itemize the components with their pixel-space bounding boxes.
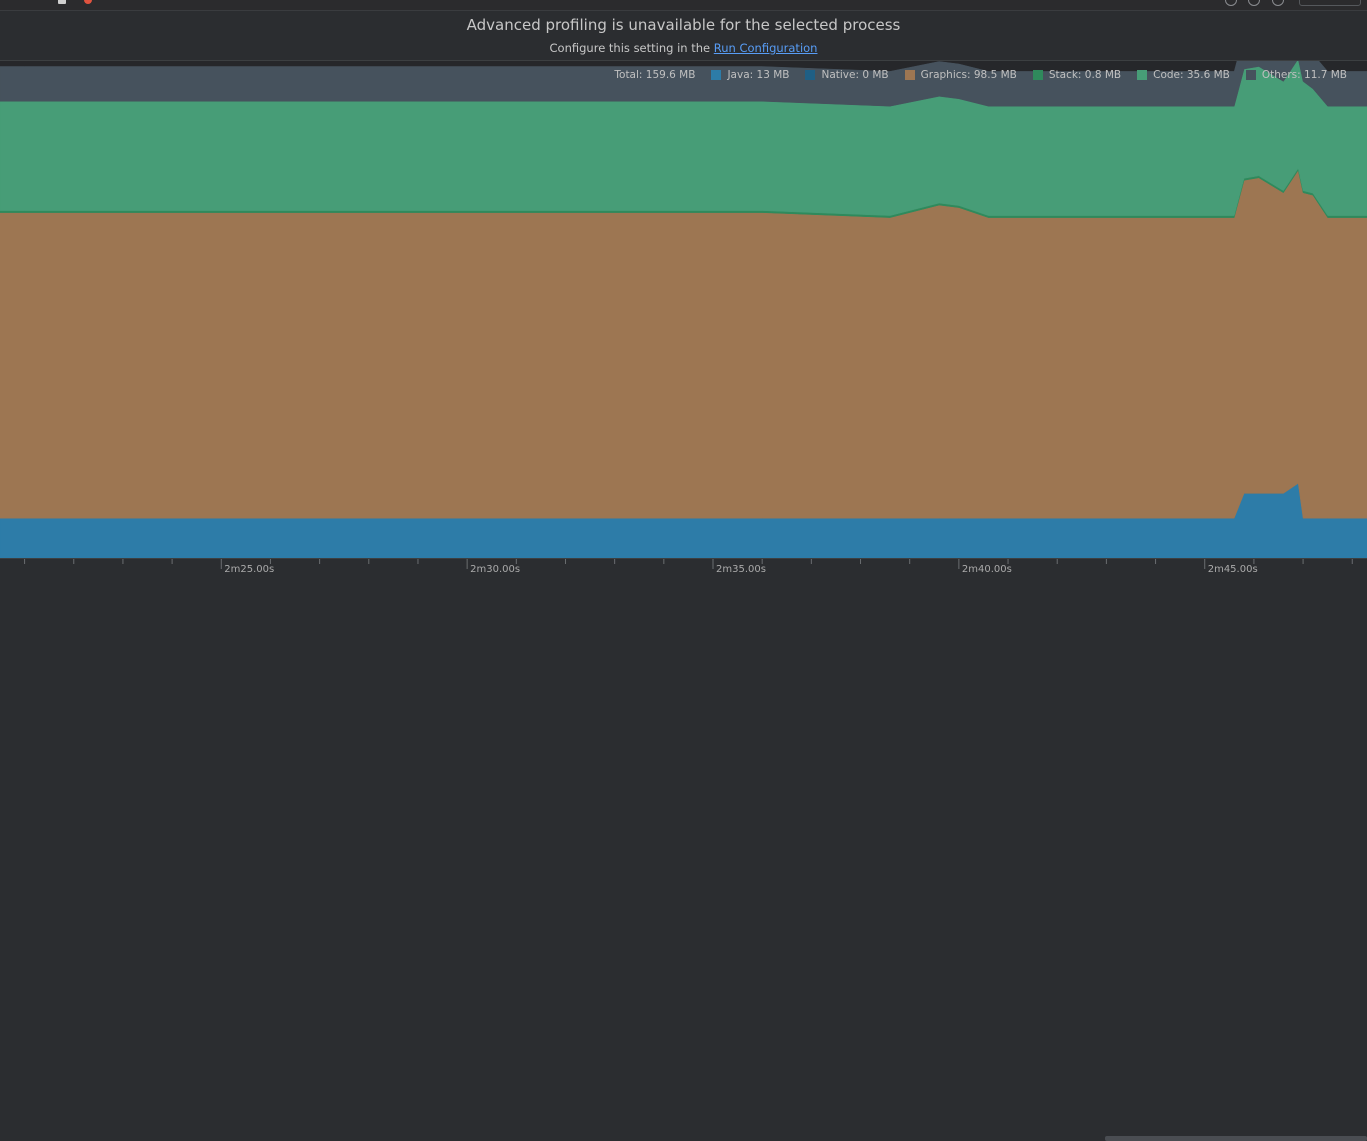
tick-label: 2m45.00s — [1207, 564, 1258, 575]
legend-label: Others: 11.7 MB — [1261, 69, 1347, 81]
legend-item: Native: 0 MB — [805, 69, 889, 81]
legend-item: Graphics: 98.5 MB — [904, 69, 1017, 81]
legend-swatch — [1245, 70, 1256, 80]
memory-area-chart — [0, 61, 1367, 558]
legend-item: Others: 11.7 MB — [1245, 69, 1347, 81]
legend-swatch — [904, 70, 915, 80]
banner-subtitle-text: Configure this setting in the — [549, 41, 711, 55]
profiling-banner: Advanced profiling is unavailable for th… — [0, 11, 1367, 61]
memory-legend: Total: 159.6 MB Java: 13 MB Native: 0 MB Gr… — [598, 67, 1347, 83]
legend-swatch — [1137, 70, 1148, 80]
stop-icon[interactable] — [84, 0, 92, 4]
legend-item: Java: 13 MB — [711, 69, 789, 81]
legend-label: Java: 13 MB — [727, 69, 790, 81]
tick-label: 2m35.00s — [716, 564, 766, 575]
legend-label: Code: 35.6 MB — [1153, 69, 1230, 81]
legend-swatch — [711, 70, 722, 80]
tick-label: 2m40.00s — [961, 564, 1012, 575]
legend-item: Stack: 0.8 MB — [1032, 69, 1122, 81]
time-axis: 2m25.00s 2m30.00s 2m35.00s 2m40.00s 2m45.00s — [0, 558, 1367, 1141]
tick-label: 2m25.00s — [224, 564, 275, 575]
legend-label: Total: 159.6 MB — [614, 69, 696, 81]
area-graphics — [0, 169, 1367, 519]
top-toolbar — [0, 0, 1367, 11]
toolbar-dropdown[interactable] — [1299, 0, 1361, 6]
legend-item: Code: 35.6 MB — [1137, 69, 1230, 81]
legend-item: Total: 159.6 MB — [614, 69, 695, 81]
record-icon[interactable] — [58, 0, 66, 4]
zoom-out-icon[interactable] — [1248, 0, 1260, 6]
reset-zoom-icon[interactable] — [1272, 0, 1284, 6]
time-axis-ticks — [24, 559, 1353, 569]
zoom-in-icon[interactable] — [1225, 0, 1237, 6]
run-configuration-link[interactable]: Run Configuration — [714, 41, 818, 55]
legend-label: Stack: 0.8 MB — [1048, 69, 1122, 81]
legend-swatch — [1032, 70, 1043, 80]
legend-swatch — [805, 70, 816, 80]
legend-label: Native: 0 MB — [821, 69, 889, 81]
timeline-scrollbar[interactable] — [1105, 1136, 1367, 1141]
legend-label: Graphics: 98.5 MB — [920, 69, 1017, 81]
memory-chart[interactable] — [0, 61, 1367, 558]
tick-label: 2m30.00s — [470, 564, 521, 575]
banner-title: Advanced profiling is unavailable for th… — [466, 16, 901, 34]
banner-subtitle: Configure this setting in the Run Config… — [0, 41, 1367, 55]
